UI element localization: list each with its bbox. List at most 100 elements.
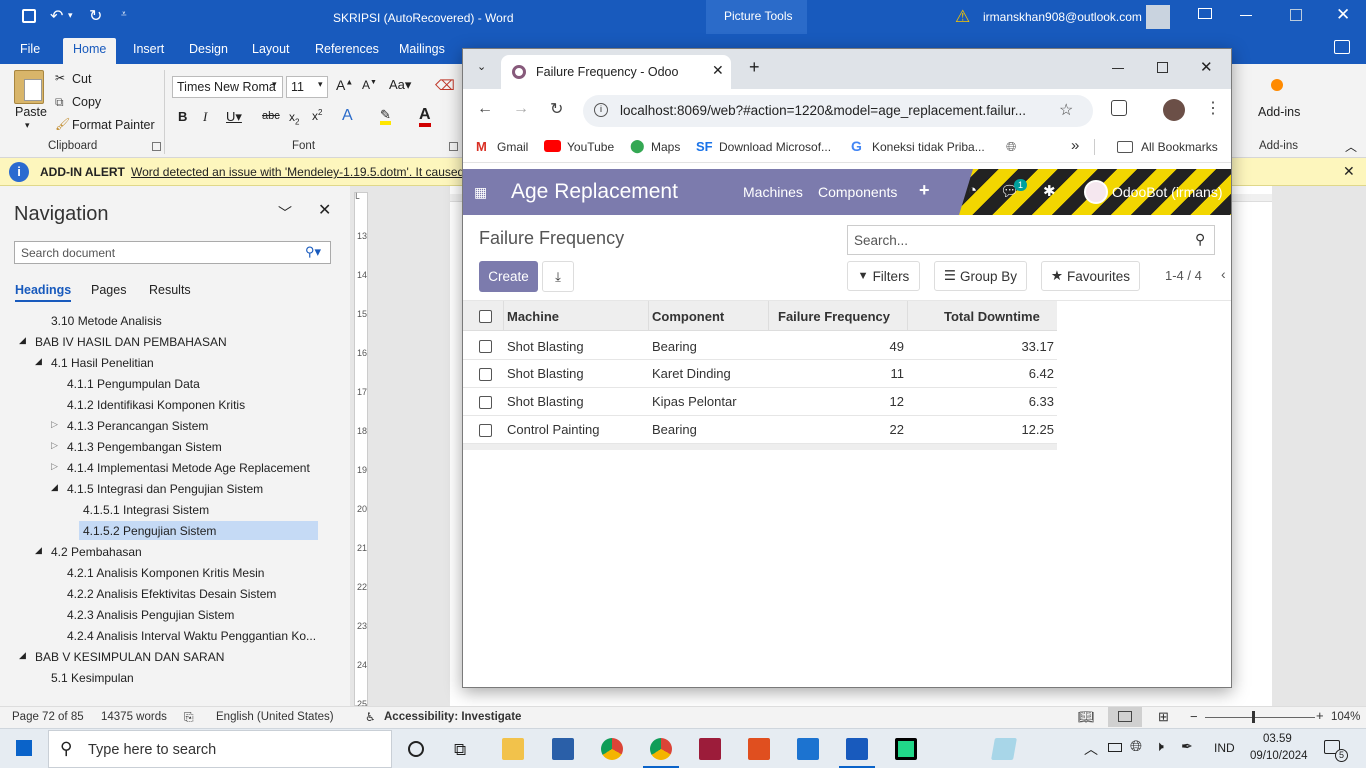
nitro-icon[interactable] <box>748 738 770 760</box>
taskbar-search[interactable]: ⚲ Type here to search <box>48 730 392 768</box>
search-icon[interactable]: ⚲▾ <box>305 244 321 260</box>
tab-close-icon[interactable]: ✕ <box>712 62 724 79</box>
filters-button[interactable]: ▼ Filters <box>847 261 920 291</box>
tab-home[interactable]: Home <box>63 38 117 64</box>
heading-item[interactable]: 4.1.4 Implementasi Metode Age Replacemen… <box>67 461 310 475</box>
table-row[interactable]: Shot Blasting Kipas Pelontar 12 6.33 <box>463 388 1057 416</box>
activity-icon[interactable]: ◔ <box>968 182 977 199</box>
bookmark-star-icon[interactable]: ☆ <box>1059 100 1073 120</box>
zoom-in-icon[interactable]: + <box>1316 708 1324 723</box>
format-painter-button[interactable]: Format Painter <box>72 118 155 132</box>
url-text[interactable]: localhost:8069/web?#action=1220&model=ag… <box>620 103 1026 118</box>
back-icon[interactable]: ← <box>477 100 493 118</box>
row-checkbox[interactable] <box>479 368 492 381</box>
export-button[interactable]: ⤓ <box>542 261 574 292</box>
chrome-menu-icon[interactable]: ⋮ <box>1205 98 1221 118</box>
tab-insert[interactable]: Insert <box>133 42 164 56</box>
bookmark-koneksi[interactable]: Koneksi tidak Priba... <box>872 140 985 154</box>
copy-icon[interactable]: ⧉ <box>55 95 64 110</box>
minimize-icon[interactable] <box>1112 68 1124 69</box>
table-row[interactable]: Shot Blasting Bearing 49 33.17 <box>463 332 1057 360</box>
read-mode-icon[interactable]: 📖︎ <box>1078 709 1095 725</box>
heading-item[interactable]: 4.2.1 Analisis Komponen Kritis Mesin <box>67 566 264 580</box>
change-case-icon[interactable]: Aa▾ <box>389 77 411 93</box>
heading-item[interactable]: 4.2.4 Analisis Interval Waktu Penggantia… <box>67 629 316 643</box>
paste-icon[interactable] <box>14 70 44 104</box>
subscript-icon[interactable]: x2 <box>289 110 299 126</box>
expand-icon[interactable]: ▷ <box>51 440 58 451</box>
heading-item[interactable]: 4.1.5.2 Pengujian Sistem <box>83 524 216 538</box>
font-name-field[interactable]: Times New Roma <box>172 76 283 98</box>
maximize-icon[interactable] <box>1157 62 1168 73</box>
reload-icon[interactable]: ↻ <box>550 99 563 119</box>
mendeley-icon[interactable] <box>699 738 721 760</box>
customize-qat-icon[interactable]: ⩡ <box>121 9 127 20</box>
tab-results[interactable]: Results <box>149 283 191 297</box>
all-bookmarks[interactable]: All Bookmarks <box>1141 140 1218 154</box>
input-language[interactable]: IND <box>1214 741 1235 755</box>
chrome-tab-active[interactable]: Failure Frequency - Odoo ✕ <box>501 55 731 89</box>
expand-icon[interactable]: ▷ <box>51 419 58 430</box>
volume-icon[interactable]: 🕨︎ <box>1155 738 1164 755</box>
italic-icon[interactable]: I <box>203 109 207 125</box>
heading-item[interactable]: 4.1 Hasil Penelitian <box>51 356 154 370</box>
pycharm-icon[interactable] <box>895 738 917 760</box>
cortana-icon[interactable] <box>408 741 424 757</box>
paste-button[interactable]: Paste <box>15 105 47 119</box>
superscript-icon[interactable]: x2 <box>312 108 322 123</box>
warning-icon[interactable]: ⚠ <box>955 7 970 27</box>
tab-layout[interactable]: Layout <box>252 42 290 56</box>
mail-icon[interactable] <box>797 738 819 760</box>
strikethrough-icon[interactable]: abc <box>262 110 280 122</box>
row-checkbox[interactable] <box>479 340 492 353</box>
nav-options-icon[interactable]: ﹀ <box>278 203 292 223</box>
format-painter-icon[interactable]: 🖌 <box>55 117 70 131</box>
quick-create-button[interactable]: + <box>919 180 930 201</box>
app-title[interactable]: Age Replacement <box>511 180 678 204</box>
heading-item[interactable]: 4.1.3 Pengembangan Sistem <box>67 440 222 454</box>
font-launcher-icon[interactable] <box>449 142 458 151</box>
addins-button[interactable]: Add-ins <box>1258 105 1300 119</box>
heading-item[interactable]: 4.2 Pembahasan <box>51 545 142 559</box>
user-avatar[interactable] <box>1084 180 1108 204</box>
undo-icon[interactable]: ↶ <box>50 6 63 26</box>
network-app-icon[interactable] <box>552 738 574 760</box>
menu-components[interactable]: Components <box>818 184 897 200</box>
text-effects-icon[interactable]: A <box>342 107 353 125</box>
bookmark-maps[interactable]: Maps <box>651 140 680 154</box>
cut-icon[interactable]: ✂ <box>55 71 65 85</box>
row-checkbox[interactable] <box>479 396 492 409</box>
nav-close-icon[interactable]: ✕ <box>318 200 331 220</box>
close-icon[interactable]: ✕ <box>1200 58 1213 76</box>
snipping-tool-icon[interactable] <box>991 738 1017 760</box>
ribbon-display-icon[interactable] <box>1198 8 1212 19</box>
word-count[interactable]: 14375 words <box>101 711 167 723</box>
comments-icon[interactable] <box>1334 40 1350 54</box>
tab-search-icon[interactable]: ⌄ <box>477 60 486 73</box>
file-explorer-icon[interactable] <box>502 738 524 760</box>
avatar[interactable] <box>1146 5 1170 29</box>
battery-icon[interactable] <box>1108 743 1122 752</box>
user-name[interactable]: OdooBot (irmans) <box>1112 184 1222 200</box>
accessibility-icon[interactable]: ♿︎ <box>365 710 376 724</box>
highlight-icon[interactable]: ✎ <box>380 108 391 125</box>
bold-icon[interactable]: B <box>178 109 187 124</box>
zoom-slider[interactable] <box>1205 717 1315 718</box>
word-icon[interactable] <box>846 738 868 760</box>
clock-date[interactable]: 09/10/2024 <box>1250 750 1308 762</box>
collapse-icon[interactable]: ◢ <box>35 356 42 367</box>
search-input[interactable]: Search... ⚲ <box>847 225 1215 255</box>
save-icon[interactable] <box>22 9 36 23</box>
extensions-icon[interactable] <box>1111 100 1127 116</box>
profile-avatar[interactable] <box>1163 99 1185 121</box>
apps-menu-icon[interactable]: ▦ <box>474 184 487 201</box>
expand-icon[interactable]: ▷ <box>51 461 58 472</box>
start-icon[interactable] <box>16 740 32 756</box>
alert-message-link[interactable]: Word detected an issue with 'Mendeley-1.… <box>131 165 464 179</box>
tab-headings[interactable]: Headings <box>15 283 72 302</box>
pen-icon[interactable]: ✒ <box>1181 738 1193 755</box>
bookmark-download[interactable]: Download Microsof... <box>719 140 831 154</box>
heading-item[interactable]: 4.1.5.1 Integrasi Sistem <box>83 503 209 517</box>
heading-item[interactable]: BAB V KESIMPULAN DAN SARAN <box>35 650 224 664</box>
collapse-icon[interactable]: ◢ <box>51 482 58 493</box>
